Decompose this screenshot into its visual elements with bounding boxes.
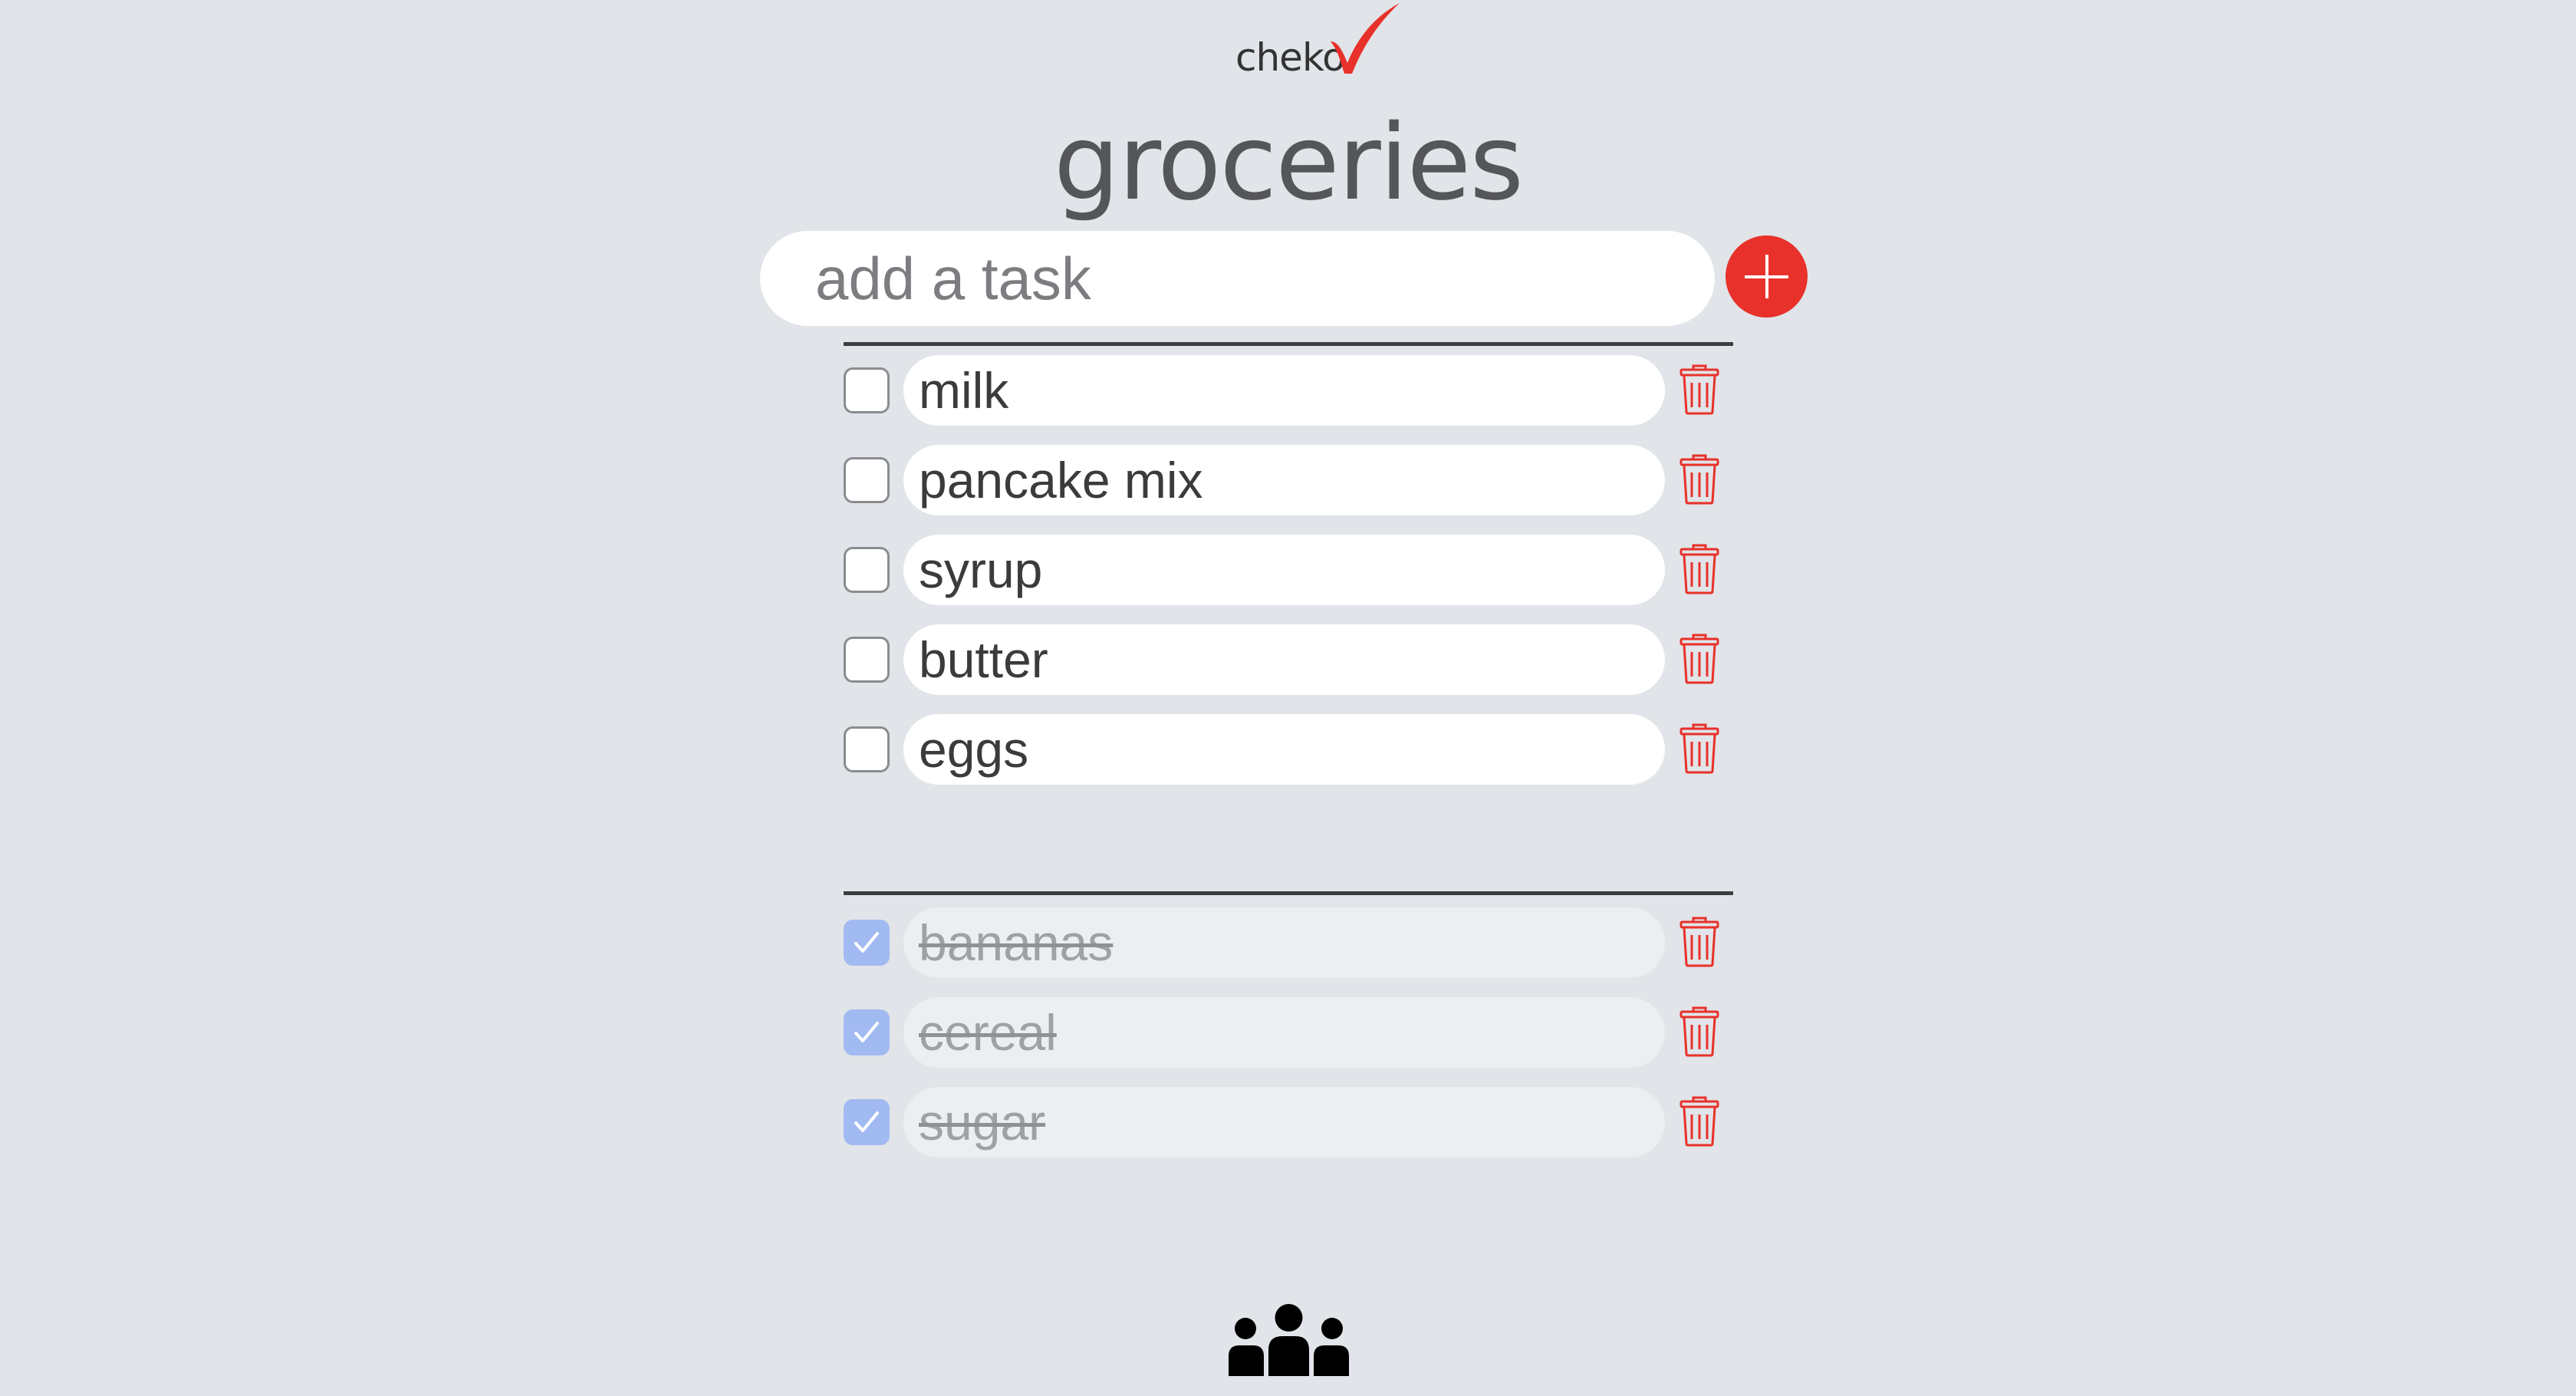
app-logo: cheko bbox=[1235, 0, 1404, 80]
task-row: milk bbox=[844, 355, 1733, 426]
task-text-field[interactable]: sugar bbox=[903, 1087, 1665, 1157]
task-row: syrup bbox=[844, 535, 1733, 605]
trash-icon bbox=[1679, 1096, 1719, 1147]
task-row: butter bbox=[844, 624, 1733, 695]
people-group-icon[interactable] bbox=[1225, 1302, 1352, 1376]
add-task-button[interactable] bbox=[1726, 235, 1808, 318]
delete-task-button[interactable] bbox=[1679, 544, 1719, 594]
list-title: groceries bbox=[1053, 103, 1524, 224]
delete-task-button[interactable] bbox=[1679, 364, 1719, 415]
trash-icon bbox=[1679, 454, 1719, 505]
delete-task-button[interactable] bbox=[1679, 723, 1719, 774]
delete-task-button[interactable] bbox=[1679, 1096, 1719, 1147]
plus-icon bbox=[1745, 255, 1788, 298]
task-checkbox[interactable] bbox=[844, 457, 890, 503]
completed-task-row: sugar bbox=[844, 1087, 1733, 1157]
task-checkbox[interactable] bbox=[844, 1099, 890, 1145]
checkmark-icon bbox=[854, 1022, 879, 1042]
task-checkbox[interactable] bbox=[844, 1009, 890, 1055]
completed-list-divider bbox=[844, 891, 1733, 895]
task-checkbox[interactable] bbox=[844, 637, 890, 683]
trash-icon bbox=[1679, 723, 1719, 774]
delete-task-button[interactable] bbox=[1679, 1006, 1719, 1057]
task-checkbox[interactable] bbox=[844, 920, 890, 966]
trash-icon bbox=[1679, 544, 1719, 594]
add-task-input[interactable] bbox=[760, 231, 1715, 326]
delete-task-button[interactable] bbox=[1679, 917, 1719, 967]
task-text-field[interactable]: pancake mix bbox=[903, 445, 1665, 515]
task-text-field[interactable]: syrup bbox=[903, 535, 1665, 605]
checkmark-icon bbox=[854, 932, 879, 953]
logo-checkmark-icon bbox=[1331, 3, 1400, 74]
task-checkbox[interactable] bbox=[844, 547, 890, 593]
checkmark-icon bbox=[854, 1111, 879, 1132]
completed-task-row: bananas bbox=[844, 907, 1733, 978]
completed-task-row: cereal bbox=[844, 997, 1733, 1068]
delete-task-button[interactable] bbox=[1679, 634, 1719, 684]
task-text-field[interactable]: bananas bbox=[903, 907, 1665, 978]
trash-icon bbox=[1679, 917, 1719, 967]
trash-icon bbox=[1679, 1006, 1719, 1057]
delete-task-button[interactable] bbox=[1679, 454, 1719, 505]
task-checkbox[interactable] bbox=[844, 726, 890, 772]
task-row: pancake mix bbox=[844, 445, 1733, 515]
task-text-field[interactable]: cereal bbox=[903, 997, 1665, 1068]
task-text-field[interactable]: butter bbox=[903, 624, 1665, 695]
active-list-divider bbox=[844, 342, 1733, 346]
trash-icon bbox=[1679, 634, 1719, 684]
task-row: eggs bbox=[844, 714, 1733, 785]
task-text-field[interactable]: milk bbox=[903, 355, 1665, 426]
task-text-field[interactable]: eggs bbox=[903, 714, 1665, 785]
trash-icon bbox=[1679, 364, 1719, 415]
task-checkbox[interactable] bbox=[844, 367, 890, 413]
